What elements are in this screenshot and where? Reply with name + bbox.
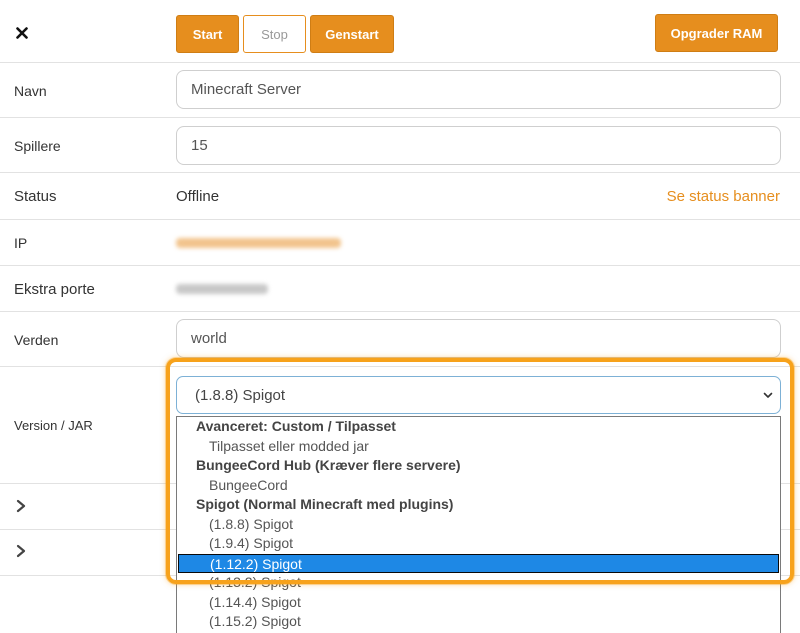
- dropdown-option[interactable]: (1.15.2) Spigot: [177, 612, 780, 632]
- name-label: Navn: [14, 83, 47, 99]
- status-value: Offline: [176, 188, 220, 205]
- version-dropdown-list[interactable]: Avanceret: Custom / Tilpasset Tilpasset e…: [176, 416, 781, 633]
- version-select[interactable]: (1.8.8) Spigot: [176, 376, 781, 414]
- players-row: Spillere 15: [0, 118, 800, 173]
- dropdown-group-label: Spigot (Normal Minecraft med plugins): [196, 496, 454, 512]
- chevron-right-icon[interactable]: [15, 544, 27, 558]
- world-label: Verden: [14, 332, 59, 348]
- ports-label: Ekstra porte: [14, 281, 95, 298]
- ip-row: IP: [0, 220, 800, 266]
- dropdown-option[interactable]: (1.8.8) Spigot: [177, 515, 780, 535]
- dropdown-option[interactable]: Tilpasset eller modded jar: [177, 437, 780, 457]
- dropdown-option[interactable]: (1.13.2) Spigot: [177, 573, 780, 593]
- status-row: Status Offline Se status banner: [0, 173, 800, 220]
- dropdown-group-label: Avanceret: Custom / Tilpasset: [196, 418, 396, 434]
- close-icon[interactable]: [16, 27, 28, 39]
- chevron-down-icon: [763, 392, 773, 398]
- restart-button[interactable]: Genstart: [310, 15, 394, 53]
- world-input[interactable]: world: [176, 319, 781, 358]
- dropdown-option[interactable]: (1.9.4) Spigot: [177, 534, 780, 554]
- toolbar-row: Start Stop Genstart Opgrader RAM: [0, 0, 800, 63]
- version-select-value: (1.8.8) Spigot: [195, 386, 286, 404]
- ip-label: IP: [14, 235, 28, 251]
- dropdown-option[interactable]: (1.14.4) Spigot: [177, 593, 780, 613]
- world-row: Verden world: [0, 312, 800, 367]
- name-row: Navn Minecraft Server: [0, 63, 800, 118]
- status-label: Status: [14, 188, 57, 205]
- ports-value-redacted: [176, 284, 268, 294]
- players-input[interactable]: 15: [176, 126, 781, 165]
- players-label: Spillere: [14, 138, 61, 154]
- version-label: Version / JAR: [14, 418, 93, 433]
- dropdown-option[interactable]: (1.12.2) Spigot: [178, 553, 779, 573]
- name-input[interactable]: Minecraft Server: [176, 70, 781, 109]
- upgrade-ram-button[interactable]: Opgrader RAM: [655, 14, 778, 52]
- ports-row: Ekstra porte: [0, 266, 800, 312]
- stop-button[interactable]: Stop: [243, 15, 306, 53]
- status-banner-link[interactable]: Se status banner: [667, 188, 780, 205]
- chevron-right-icon[interactable]: [15, 499, 27, 513]
- dropdown-group-label: BungeeCord Hub (Kræver flere servere): [196, 457, 461, 473]
- ip-value-redacted: [176, 238, 341, 248]
- start-button[interactable]: Start: [176, 15, 239, 53]
- dropdown-option[interactable]: BungeeCord: [177, 476, 780, 496]
